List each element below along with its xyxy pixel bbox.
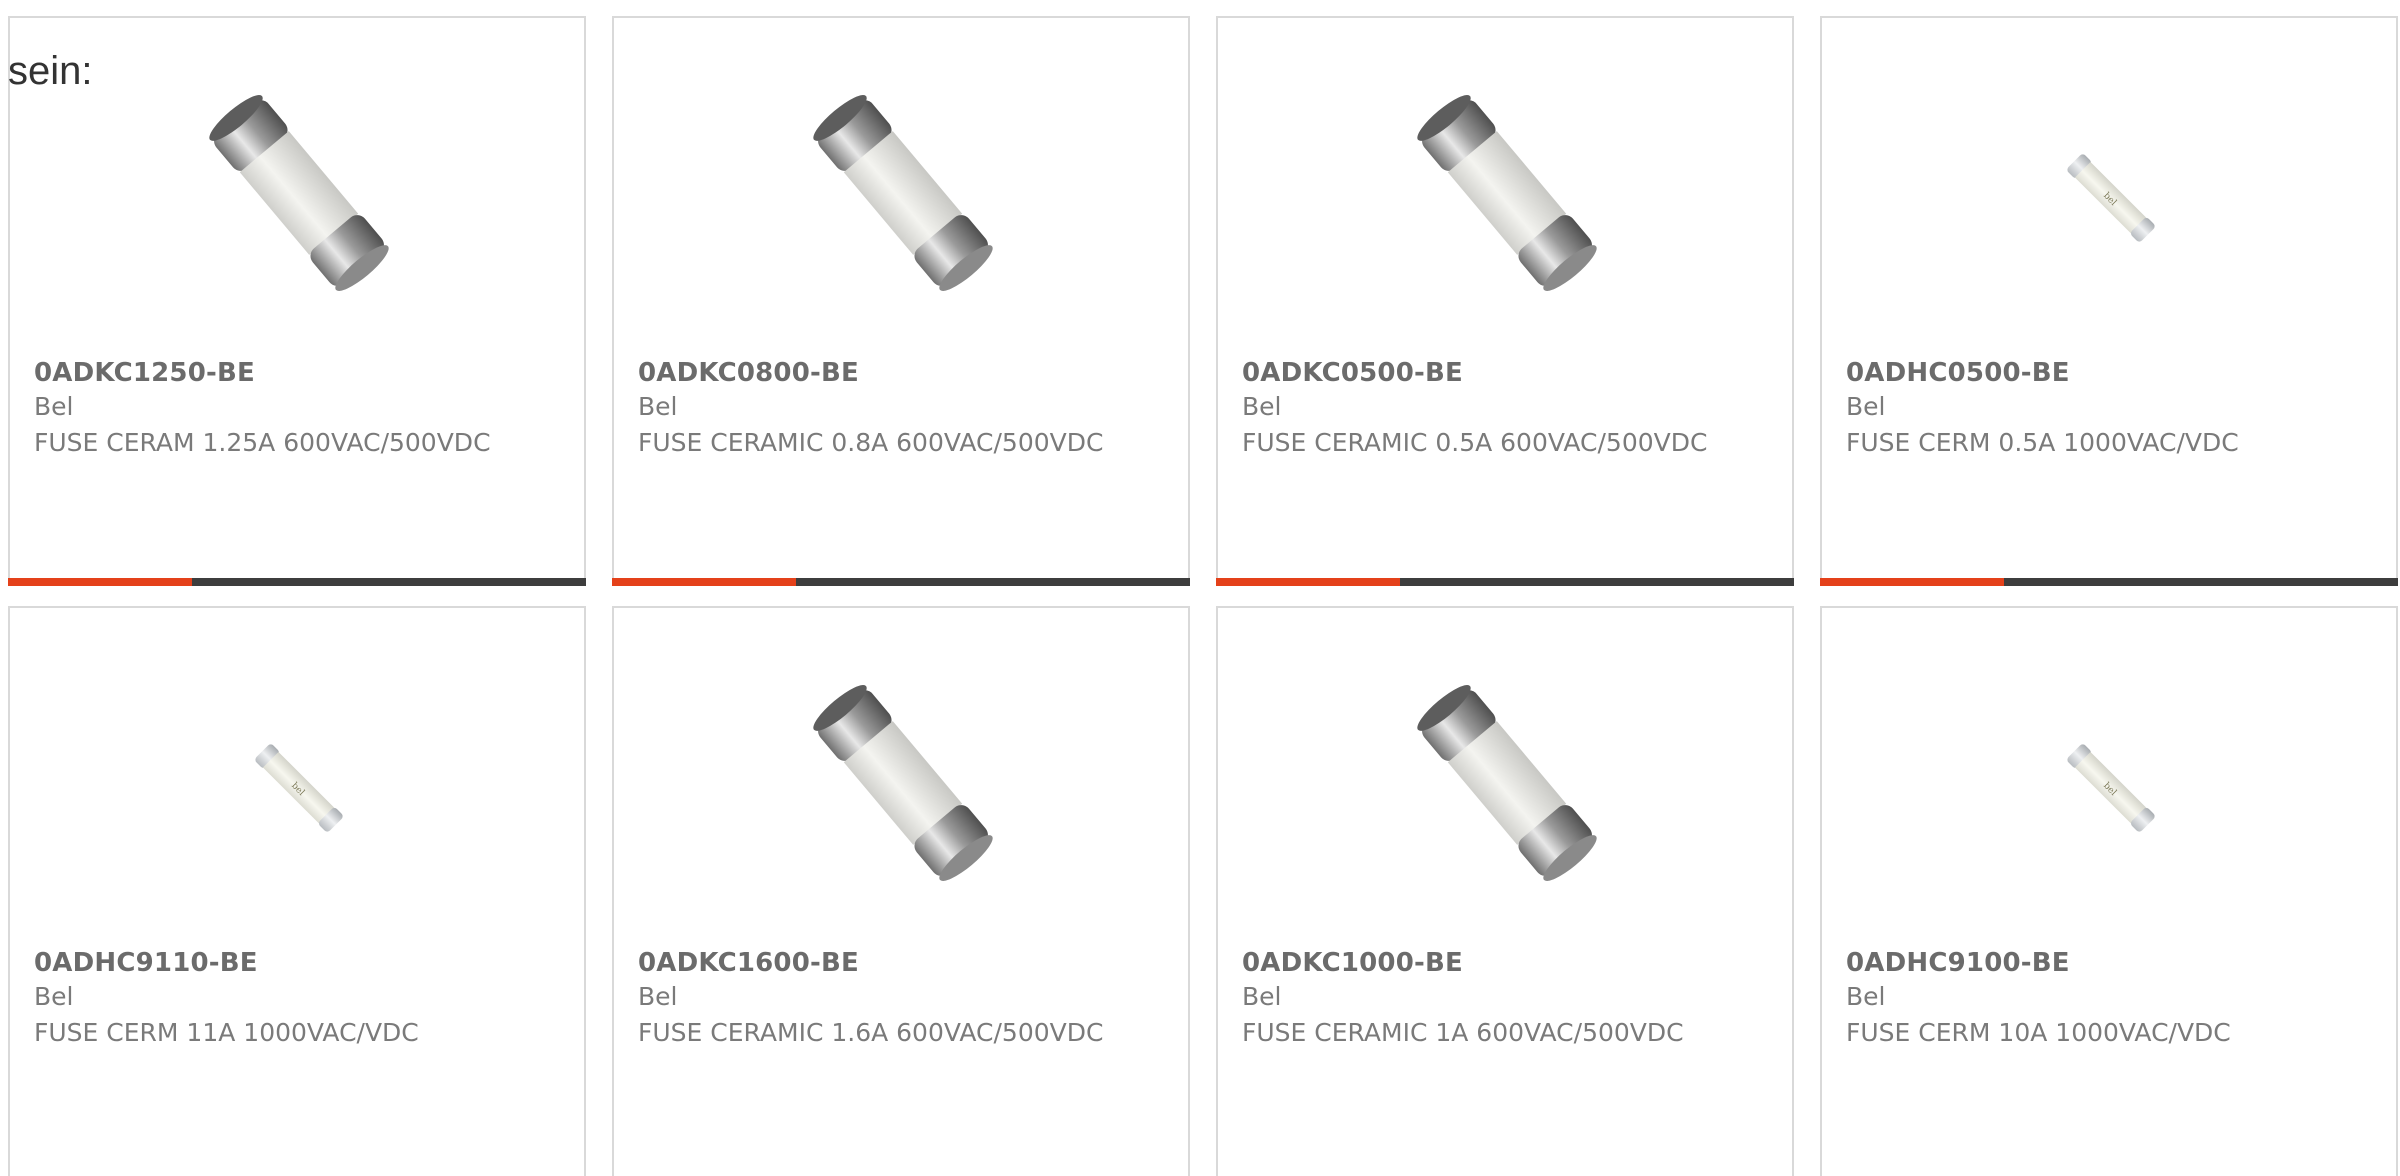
ceramic-fuse-large-icon: [194, 88, 404, 298]
manufacturer: Bel: [638, 392, 678, 421]
description: FUSE CERM 11A 1000VAC/VDC: [34, 1018, 419, 1047]
part-number[interactable]: 0ADKC0800-BE: [638, 358, 859, 388]
ceramic-fuse-small-icon: bel: [194, 678, 404, 888]
card-bar-accent: [612, 578, 796, 586]
ceramic-fuse-small-icon: bel: [2006, 678, 2216, 888]
manufacturer: Bel: [1242, 392, 1282, 421]
card-bar-accent: [1216, 578, 1400, 586]
description: FUSE CERAMIC 1.6A 600VAC/500VDC: [638, 1018, 1104, 1047]
part-number[interactable]: 0ADKC1600-BE: [638, 948, 859, 978]
ceramic-fuse-large-icon: [798, 88, 1008, 298]
description: FUSE CERM 0.5A 1000VAC/VDC: [1846, 428, 2239, 457]
manufacturer: Bel: [34, 392, 74, 421]
card-bottom-bar: [1216, 578, 1794, 586]
manufacturer: Bel: [638, 982, 678, 1011]
part-number[interactable]: 0ADKC1000-BE: [1242, 948, 1463, 978]
card-bottom-bar: [612, 578, 1190, 586]
product-card[interactable]: 0ADKC1600-BE Bel FUSE CERAMIC 1.6A 600VA…: [612, 606, 1190, 1176]
product-card[interactable]: 0ADKC0800-BE Bel FUSE CERAMIC 0.8A 600VA…: [612, 16, 1190, 586]
card-bar-accent: [1820, 578, 2004, 586]
ceramic-fuse-large-icon: [1402, 678, 1612, 888]
card-bottom-bar: [8, 578, 586, 586]
ceramic-fuse-large-icon: [798, 678, 1008, 888]
product-card[interactable]: bel 0ADHC9100-BE Bel FUSE CERM 10A 1000V…: [1820, 606, 2398, 1176]
product-card[interactable]: 0ADKC1250-BE Bel FUSE CERAM 1.25A 600VAC…: [8, 16, 586, 586]
part-number[interactable]: 0ADHC9100-BE: [1846, 948, 2070, 978]
description: FUSE CERAMIC 0.8A 600VAC/500VDC: [638, 428, 1104, 457]
description: FUSE CERAM 1.25A 600VAC/500VDC: [34, 428, 491, 457]
card-bar-accent: [8, 578, 192, 586]
manufacturer: Bel: [34, 982, 74, 1011]
card-bottom-bar: [1820, 578, 2398, 586]
product-card[interactable]: 0ADKC1000-BE Bel FUSE CERAMIC 1A 600VAC/…: [1216, 606, 1794, 1176]
description: FUSE CERM 10A 1000VAC/VDC: [1846, 1018, 2231, 1047]
ceramic-fuse-small-icon: bel: [2006, 88, 2216, 298]
manufacturer: Bel: [1846, 392, 1886, 421]
part-number[interactable]: 0ADHC9110-BE: [34, 948, 258, 978]
product-card[interactable]: bel 0ADHC0500-BE Bel FUSE CERM 0.5A 1000…: [1820, 16, 2398, 586]
part-number[interactable]: 0ADKC1250-BE: [34, 358, 255, 388]
product-card[interactable]: bel 0ADHC9110-BE Bel FUSE CERM 11A 1000V…: [8, 606, 586, 1176]
intro-text: sein:: [8, 49, 93, 93]
ceramic-fuse-large-icon: [1402, 88, 1612, 298]
description: FUSE CERAMIC 0.5A 600VAC/500VDC: [1242, 428, 1708, 457]
product-card[interactable]: 0ADKC0500-BE Bel FUSE CERAMIC 0.5A 600VA…: [1216, 16, 1794, 586]
part-number[interactable]: 0ADHC0500-BE: [1846, 358, 2070, 388]
manufacturer: Bel: [1242, 982, 1282, 1011]
part-number[interactable]: 0ADKC0500-BE: [1242, 358, 1463, 388]
manufacturer: Bel: [1846, 982, 1886, 1011]
description: FUSE CERAMIC 1A 600VAC/500VDC: [1242, 1018, 1684, 1047]
